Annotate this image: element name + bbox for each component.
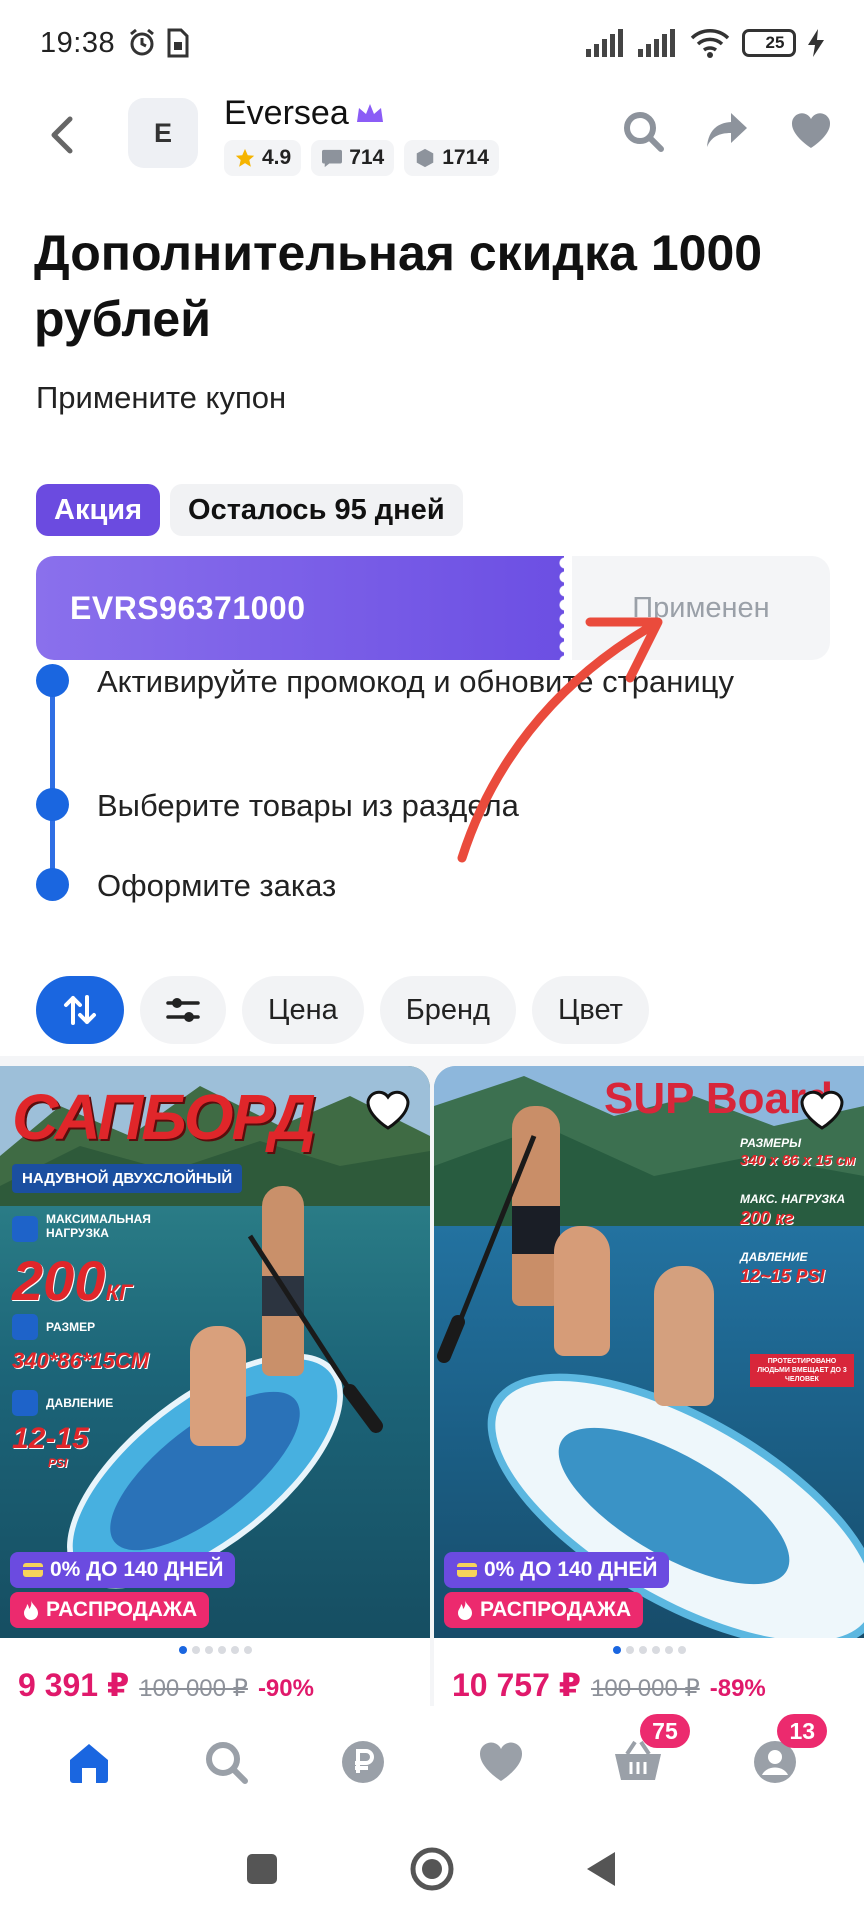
shop-header: E Eversea 4.9 714 1714 xyxy=(0,90,864,180)
ruble-coin-icon xyxy=(342,1741,385,1783)
product-image[interactable]: SUP Board РАЗМЕРЫ 340 x 86 x 15 см МАКС.… xyxy=(434,1066,864,1638)
heart-icon xyxy=(791,113,831,148)
sale-tag: РАСПРОДАЖА xyxy=(10,1592,210,1628)
battery-indicator: 25 xyxy=(742,29,796,57)
nav-cart[interactable]: 75 xyxy=(606,1714,690,1794)
discount-percent: -89% xyxy=(709,1675,766,1702)
promo-title: Дополнительная скидка 1000 рублей xyxy=(34,225,763,347)
price-row: 10 757 ₽ 100 000 ₽ -89% xyxy=(452,1666,766,1704)
system-navigation xyxy=(0,1818,864,1920)
sort-button[interactable] xyxy=(36,976,124,1044)
home-circle-icon[interactable] xyxy=(409,1846,455,1892)
image-pager-dots xyxy=(0,1646,430,1658)
status-time: 19:38 xyxy=(40,26,116,59)
back-triangle-icon[interactable] xyxy=(585,1850,619,1888)
wifi-icon xyxy=(690,29,730,58)
promo-badges: Акция Осталось 95 дней xyxy=(36,484,463,536)
coupon-card: EVRS96371000 Применен xyxy=(36,556,830,660)
product-card[interactable]: САПБОРД НАДУВНОЙ ДВУХСЛОЙНЫЙ МАКСИМАЛЬНА… xyxy=(0,1066,430,1706)
favorite-shop-button[interactable] xyxy=(788,108,834,154)
current-price: 10 757 ₽ xyxy=(452,1667,582,1703)
share-icon xyxy=(707,113,747,147)
step-dot xyxy=(36,868,69,901)
signal-2-icon xyxy=(638,29,675,57)
price-row: 9 391 ₽ 100 000 ₽ -90% xyxy=(18,1666,314,1704)
orders-pill: 1714 xyxy=(404,140,499,176)
status-bar: 19:38 25 xyxy=(0,0,864,86)
installment-tag: 0% ДО 140 ДНЕЙ xyxy=(10,1552,236,1588)
favorite-heart-icon[interactable] xyxy=(364,1088,412,1132)
star-icon xyxy=(235,148,255,167)
back-arrow-icon xyxy=(51,116,73,154)
coupon-apply-button[interactable]: Применен xyxy=(572,556,830,660)
heart-icon xyxy=(479,1742,522,1781)
tested-badge: ПРОТЕСТИРОВАНО ЛЮДЬМИ ВМЕЩАЕТ ДО 3 ЧЕЛОВ… xyxy=(750,1354,854,1387)
step-dot xyxy=(36,788,69,821)
back-button[interactable] xyxy=(36,110,86,160)
favorite-heart-icon[interactable] xyxy=(798,1088,846,1132)
weight-icon xyxy=(12,1216,38,1242)
pressure-icon xyxy=(12,1390,38,1416)
card-icon xyxy=(23,1563,43,1577)
product-image[interactable]: САПБОРД НАДУВНОЙ ДВУХСЛОЙНЫЙ МАКСИМАЛЬНА… xyxy=(0,1066,430,1638)
share-button[interactable] xyxy=(704,108,750,154)
nav-profile[interactable]: 13 xyxy=(743,1714,828,1794)
old-price: 100 000 ₽ xyxy=(139,1675,248,1702)
promo-type-badge: Акция xyxy=(36,484,161,536)
old-price: 100 000 ₽ xyxy=(591,1675,700,1702)
fire-icon xyxy=(24,1600,38,1620)
search-icon xyxy=(205,1742,248,1784)
promo-subtitle: Примените купон xyxy=(36,380,287,415)
profile-count-badge: 13 xyxy=(777,1714,828,1748)
image-title: САПБОРД xyxy=(12,1081,316,1153)
brand-filter-chip[interactable]: Бренд xyxy=(379,976,516,1044)
signal-icon xyxy=(586,29,623,57)
rating-pill: 4.9 xyxy=(224,140,302,176)
fire-icon xyxy=(458,1600,472,1620)
home-icon xyxy=(69,1744,108,1783)
shop-logo[interactable]: E xyxy=(128,98,198,168)
filters-button[interactable] xyxy=(140,976,226,1044)
sliders-icon xyxy=(166,998,200,1022)
nav-finance[interactable] xyxy=(331,1730,395,1794)
image-pager-dots xyxy=(434,1646,864,1658)
step-dot xyxy=(36,664,69,697)
installment-tag: 0% ДО 140 ДНЕЙ xyxy=(444,1552,670,1588)
alarm-icon xyxy=(130,28,155,56)
sim-icon xyxy=(167,28,189,58)
coupon-code[interactable]: EVRS96371000 xyxy=(36,556,564,660)
shop-stats: 4.9 714 1714 xyxy=(224,140,499,176)
sort-icon xyxy=(64,995,96,1025)
search-button[interactable] xyxy=(620,108,666,154)
shop-name[interactable]: Eversea xyxy=(224,94,385,133)
image-subtitle: НАДУВНОЙ ДВУХСЛОЙНЫЙ xyxy=(12,1164,243,1193)
sale-tag: РАСПРОДАЖА xyxy=(444,1592,644,1628)
comment-icon xyxy=(322,149,343,168)
nav-search[interactable] xyxy=(194,1730,258,1794)
discount-percent: -90% xyxy=(257,1675,314,1702)
step-item: Оформите заказ xyxy=(36,864,816,908)
nav-favorites[interactable] xyxy=(469,1730,533,1794)
days-left-badge: Осталось 95 дней xyxy=(170,484,463,536)
color-filter-chip[interactable]: Цвет xyxy=(531,976,649,1044)
card-icon xyxy=(457,1563,477,1577)
filter-bar: Цена Бренд Цвет xyxy=(36,976,649,1044)
box-icon xyxy=(417,148,434,168)
price-filter-chip[interactable]: Цена xyxy=(242,976,364,1044)
bottom-navigation: 75 13 xyxy=(0,1706,864,1818)
reviews-pill: 714 xyxy=(311,140,395,176)
search-icon xyxy=(624,112,664,152)
size-icon xyxy=(12,1314,38,1340)
crown-icon xyxy=(356,103,383,122)
current-price: 9 391 ₽ xyxy=(18,1667,130,1703)
recents-square-icon[interactable] xyxy=(245,1852,279,1886)
product-card[interactable]: SUP Board РАЗМЕРЫ 340 x 86 x 15 см МАКС.… xyxy=(434,1066,864,1706)
cart-count-badge: 75 xyxy=(639,1714,690,1748)
nav-home[interactable] xyxy=(57,1730,121,1794)
step-item: Активируйте промокод и обновите страницу xyxy=(36,660,816,704)
charging-icon xyxy=(808,29,824,57)
step-item: Выберите товары из раздела xyxy=(36,784,816,828)
